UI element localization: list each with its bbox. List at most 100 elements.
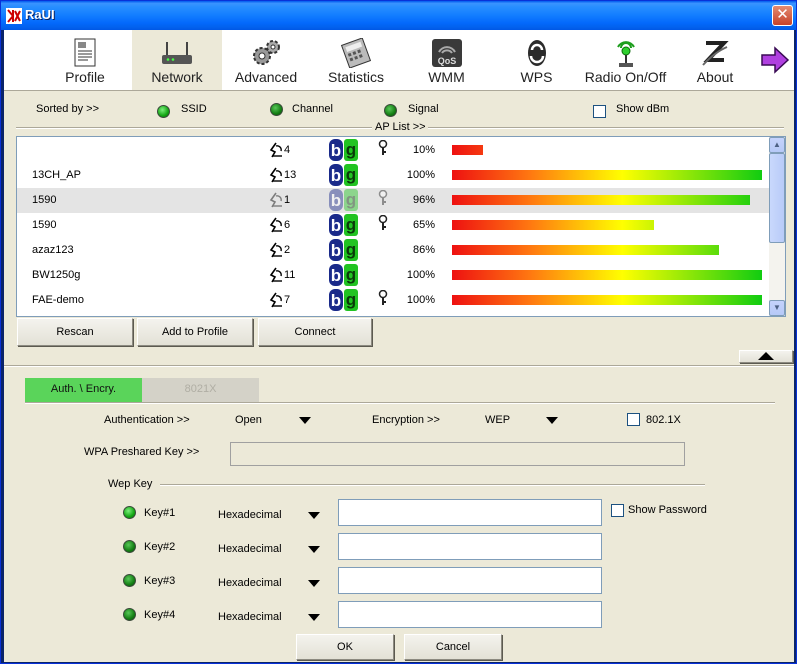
scroll-thumb[interactable]	[769, 153, 785, 243]
wep-key-input[interactable]	[338, 567, 602, 594]
toolbar-advanced[interactable]: Advanced	[226, 30, 306, 90]
toolbar-network-label: Network	[151, 69, 203, 85]
authentication-select[interactable]: Open	[232, 411, 314, 429]
wep-key-format-select[interactable]: Hexadecimal	[214, 538, 326, 558]
advanced-icon	[253, 40, 280, 65]
dropdown-arrow-icon	[299, 417, 311, 424]
toolbar-profile[interactable]: Profile	[44, 30, 126, 90]
tab-auth-encry[interactable]: Auth. \ Encry.	[25, 378, 142, 402]
wep-key-input[interactable]	[338, 533, 602, 560]
wep-key-format-select[interactable]: Hexadecimal	[214, 504, 326, 524]
toolbar-network[interactable]: Network	[132, 30, 222, 90]
wep-key-radio[interactable]	[123, 506, 136, 519]
key-icon	[378, 215, 388, 230]
scroll-down-button[interactable]: ▼	[769, 300, 785, 316]
ap-row[interactable]: azaz123 2 b g 86%	[17, 238, 771, 263]
dropdown-arrow-icon	[308, 580, 320, 587]
toolbar-statistics-label: Statistics	[327, 69, 384, 85]
encryption-select[interactable]: WEP	[482, 411, 564, 429]
arrow-right-icon[interactable]	[760, 45, 790, 75]
mode-g-text: g	[346, 240, 356, 259]
wep-key-input[interactable]	[338, 499, 602, 526]
ap-list[interactable]: 4 b g 10% 13CH_AP 13 b g 100% 1590 1 b g…	[16, 136, 786, 317]
mode-g-text: g	[346, 140, 356, 159]
wep-key-format-value: Hexadecimal	[218, 509, 282, 521]
wep-key-format-select[interactable]: Hexadecimal	[214, 572, 326, 592]
cancel-button[interactable]: Cancel	[404, 634, 502, 660]
ap-channel-number: 11	[284, 269, 296, 281]
ap-row[interactable]: FAE-demo 7 b g 100%	[17, 288, 771, 313]
wps-icon	[527, 40, 546, 66]
ap-channel: 6	[269, 217, 290, 236]
ap-channel: 1	[269, 192, 290, 211]
ap-signal-percent: 96%	[412, 194, 435, 206]
tab-8021x[interactable]: 8021X	[142, 378, 259, 402]
scroll-up-button[interactable]: ▲	[769, 137, 785, 153]
mode-b-text: b	[331, 191, 341, 210]
ok-button[interactable]: OK	[296, 634, 394, 660]
ap-row[interactable]: 4 b g 10%	[17, 138, 771, 163]
ap-signal-percent: 10%	[412, 144, 435, 156]
toolbar-wps[interactable]: WPS	[499, 30, 574, 90]
ap-signal-percent: 65%	[412, 219, 435, 231]
title-bar[interactable]: RaUI ✕	[1, 1, 796, 30]
mode-bg-icon: b g	[329, 139, 358, 161]
ap-row[interactable]: 1590 1 b g 96%	[17, 188, 771, 213]
sort-ssid-radio[interactable]	[157, 105, 170, 118]
show-dbm-label: Show dBm	[616, 103, 670, 115]
wep-key-format-value: Hexadecimal	[218, 543, 282, 555]
ap-signal-bar	[452, 295, 762, 305]
profile-icon	[74, 38, 96, 67]
ap-channel: 2	[269, 242, 290, 261]
about-icon	[702, 41, 729, 66]
channel-antenna-icon	[269, 292, 282, 308]
connect-button[interactable]: Connect	[258, 318, 372, 346]
toolbar-profile-label: Profile	[65, 69, 105, 85]
toolbar-wmm[interactable]: QoS WMM	[409, 30, 484, 90]
dot1x-label: 802.1X	[646, 414, 681, 426]
tab-divider	[25, 402, 775, 404]
sort-channel-radio[interactable]	[270, 103, 283, 116]
dot1x-checkbox[interactable]	[627, 413, 640, 426]
wpa-psk-input[interactable]	[230, 442, 685, 466]
toolbar-radio[interactable]: Radio On/Off	[578, 30, 673, 90]
show-password-checkbox[interactable]	[611, 504, 624, 517]
add-to-profile-button[interactable]: Add to Profile	[137, 318, 253, 346]
wep-key-input[interactable]	[338, 601, 602, 628]
wep-key-name: Key#3	[144, 575, 176, 587]
radio-icon	[616, 41, 635, 67]
key-icon	[378, 290, 388, 305]
main-window: RaUI ✕ Profile Network Advanced Statisti…	[0, 0, 797, 664]
wep-key-format-select[interactable]: Hexadecimal	[214, 606, 326, 626]
ap-list-label: AP List >>	[375, 121, 426, 133]
toolbar-about[interactable]: About	[680, 30, 750, 90]
mode-g-text: g	[346, 265, 356, 284]
toolbar-about-label: About	[696, 69, 734, 85]
ap-row[interactable]: 13CH_AP 13 b g 100%	[17, 163, 771, 188]
ap-ssid: 1590	[32, 194, 57, 206]
close-button[interactable]: ✕	[772, 5, 793, 26]
sort-channel-label: Channel	[292, 103, 333, 115]
ap-row[interactable]: BW1250g 11 b g 100%	[17, 263, 771, 288]
collapse-button[interactable]	[739, 350, 793, 363]
sort-signal-label: Signal	[408, 103, 439, 115]
wep-key-radio[interactable]	[123, 574, 136, 587]
mode-b-text: b	[331, 266, 341, 285]
sort-ssid-label: SSID	[181, 103, 207, 115]
ap-signal-bar	[452, 195, 750, 205]
ap-row[interactable]: 1590 6 b g 65%	[17, 213, 771, 238]
mode-b-text: b	[331, 241, 341, 260]
ap-ssid: BW1250g	[32, 269, 81, 281]
toolbar-statistics[interactable]: Statistics	[316, 30, 396, 90]
show-dbm-checkbox[interactable]	[593, 105, 606, 118]
ap-ssid: azaz123	[32, 244, 74, 256]
statistics-icon	[340, 38, 372, 68]
sort-signal-radio[interactable]	[384, 104, 397, 117]
encryption-label: Encryption >>	[372, 414, 440, 426]
ap-channel-number: 7	[284, 294, 291, 306]
ap-list-scrollbar[interactable]: ▲ ▼	[769, 137, 785, 316]
rescan-button[interactable]: Rescan	[17, 318, 133, 346]
mode-b-text: b	[331, 166, 341, 185]
wep-key-radio[interactable]	[123, 608, 136, 621]
wep-key-radio[interactable]	[123, 540, 136, 553]
